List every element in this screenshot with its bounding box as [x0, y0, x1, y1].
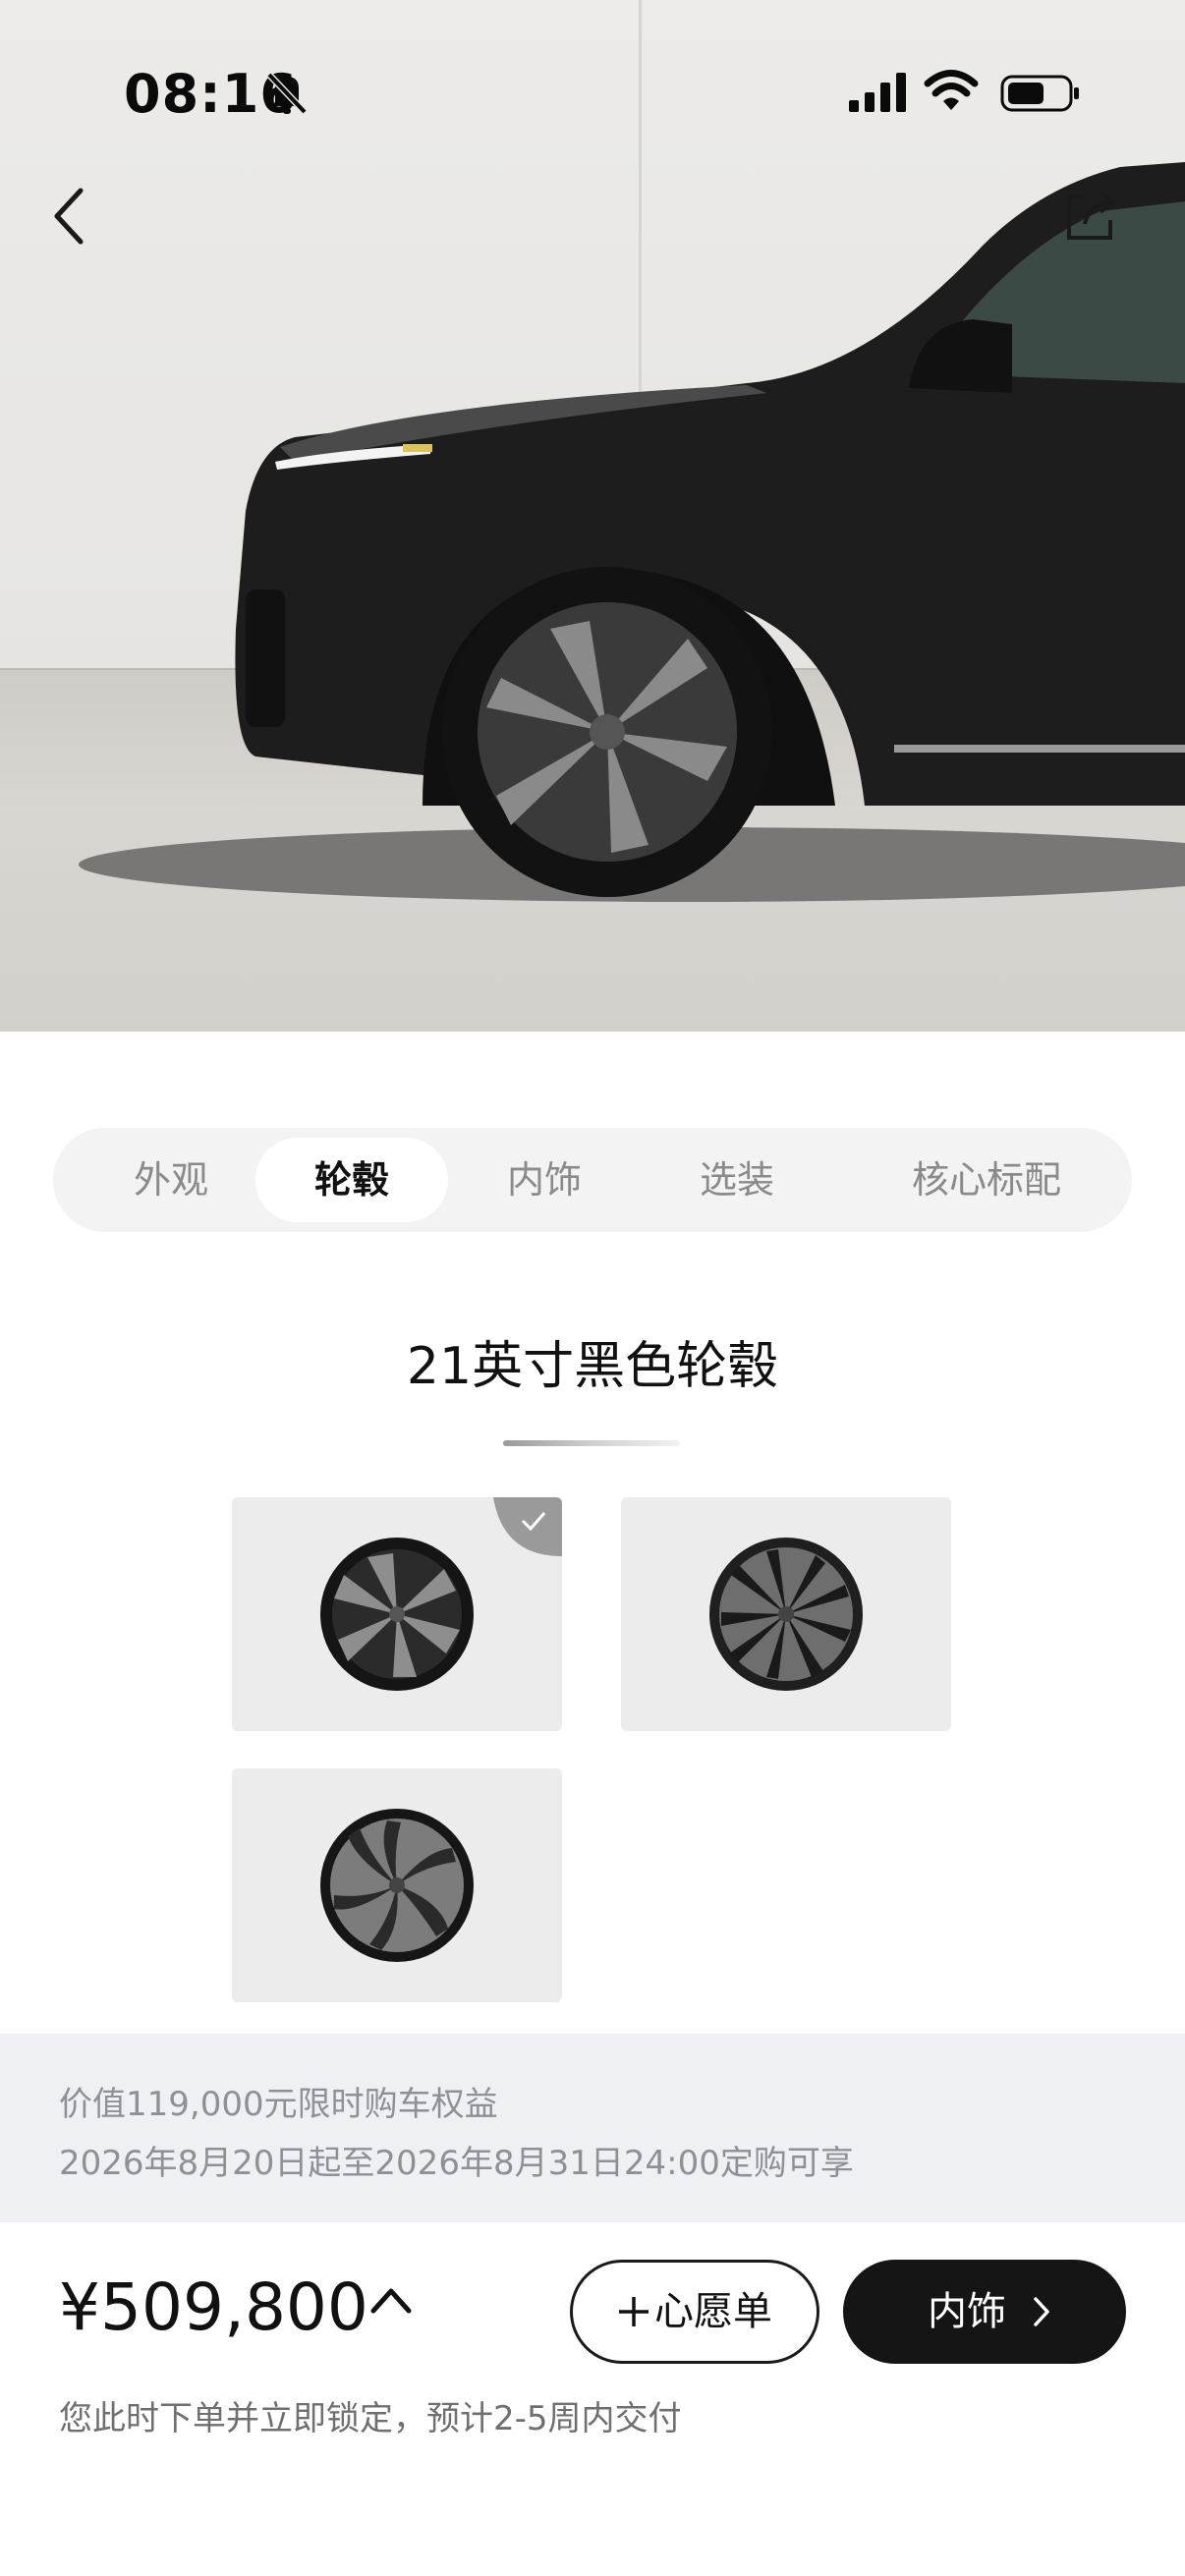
promo-period: 2026年8月20日起至2026年8月31日24:00定购可享	[59, 2144, 854, 2183]
scroll-indicator	[503, 1440, 680, 1446]
status-bar: 08:16	[0, 0, 1185, 187]
next-label: 内饰	[928, 2289, 1006, 2334]
category-tabs: 外观 轮毂 内饰 选装 核心标配	[53, 1128, 1132, 1232]
tab-wheels[interactable]: 轮毂	[255, 1138, 448, 1222]
section-title: 21英寸黑色轮毂	[406, 1337, 779, 1396]
wishlist-button[interactable]: 心愿单	[570, 2260, 819, 2364]
promo-banner: 价值119,000元限时购车权益 2026年8月20日起至2026年8月31日2…	[0, 2034, 1185, 2222]
wishlist-label: 心愿单	[654, 2289, 772, 2334]
bell-muted-icon	[266, 72, 308, 115]
tab-options[interactable]: 选装	[658, 1138, 816, 1222]
wheel-thumbnail	[320, 1538, 474, 1691]
total-price: ¥509,800	[59, 2269, 368, 2345]
wheel-option-1[interactable]	[232, 1497, 562, 1731]
wheel-thumbnail	[320, 1809, 474, 1962]
signal-icon	[849, 73, 906, 112]
next-interior-button[interactable]: 内饰	[843, 2260, 1126, 2364]
tab-exterior[interactable]: 外观	[92, 1138, 250, 1222]
back-icon	[54, 188, 84, 245]
wheel-option-2[interactable]	[621, 1497, 951, 1731]
tab-core-features[interactable]: 核心标配	[869, 1138, 1104, 1222]
wifi-icon	[924, 70, 979, 110]
plus-icon	[619, 2297, 649, 2326]
share-button[interactable]	[1061, 187, 1130, 255]
back-button[interactable]	[49, 187, 108, 255]
share-icon	[1067, 191, 1114, 240]
tab-interior[interactable]: 内饰	[466, 1138, 623, 1222]
selected-checkmark	[493, 1497, 562, 1556]
battery-icon	[1000, 75, 1079, 112]
chevron-right-icon	[1034, 2297, 1049, 2326]
promo-benefit: 价值119,000元限时购车权益	[59, 2085, 498, 2124]
wheel-option-3[interactable]	[232, 1768, 562, 2002]
delivery-note: 您此时下单并立即锁定，预计2-5周内交付	[59, 2399, 682, 2438]
wheel-thumbnail	[709, 1538, 863, 1691]
chevron-up-icon[interactable]	[369, 2285, 413, 2315]
